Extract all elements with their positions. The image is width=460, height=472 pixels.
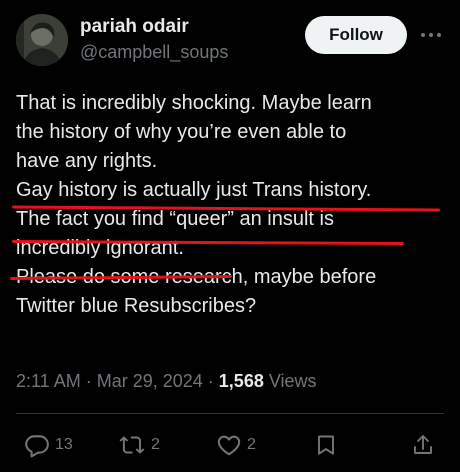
views-count: 1,568 — [218, 371, 264, 391]
bookmark-button[interactable] — [314, 432, 338, 458]
like-button[interactable]: 2 — [216, 432, 256, 458]
post-line: That is incredibly shocking. Maybe learn — [16, 92, 372, 114]
repost-button[interactable]: 2 — [118, 432, 160, 458]
post-line: Gay history is actually just Trans histo… — [16, 179, 372, 201]
bookmark-icon — [314, 432, 338, 458]
user-handle[interactable]: @campbell_soups — [80, 40, 228, 64]
reply-icon — [24, 432, 50, 458]
follow-button[interactable]: Follow — [305, 16, 407, 54]
post-header: pariah odair @campbell_soups Follow — [16, 14, 446, 70]
divider — [16, 413, 444, 414]
share-button[interactable] — [411, 432, 435, 458]
post-meta: 2:11 AM · Mar 29, 2024 · 1,568 Views — [16, 369, 317, 393]
reply-button[interactable]: 13 — [24, 432, 73, 458]
post-line: incredibly ignorant. — [16, 237, 184, 259]
share-icon — [411, 432, 435, 458]
repost-count: 2 — [151, 436, 160, 453]
post-line: have any rights. — [16, 150, 158, 172]
user-names: pariah odair @campbell_soups — [80, 16, 228, 64]
post-time[interactable]: 2:11 AM — [16, 371, 81, 391]
more-icon[interactable] — [417, 22, 445, 48]
like-icon — [216, 432, 242, 458]
meta-separator: · — [202, 371, 219, 391]
reply-count: 13 — [55, 436, 73, 453]
action-bar: 13 2 2 — [0, 430, 460, 462]
avatar[interactable] — [16, 14, 68, 66]
post-line: the history of why you’re even able to — [16, 121, 347, 143]
repost-icon — [118, 432, 146, 458]
display-name[interactable]: pariah odair — [80, 16, 228, 38]
meta-separator: · — [80, 371, 97, 391]
post-date[interactable]: Mar 29, 2024 — [97, 371, 203, 391]
views-label: Views — [263, 371, 317, 391]
like-count: 2 — [247, 436, 256, 453]
post-line: Twitter blue Resubscribes? — [16, 295, 257, 317]
